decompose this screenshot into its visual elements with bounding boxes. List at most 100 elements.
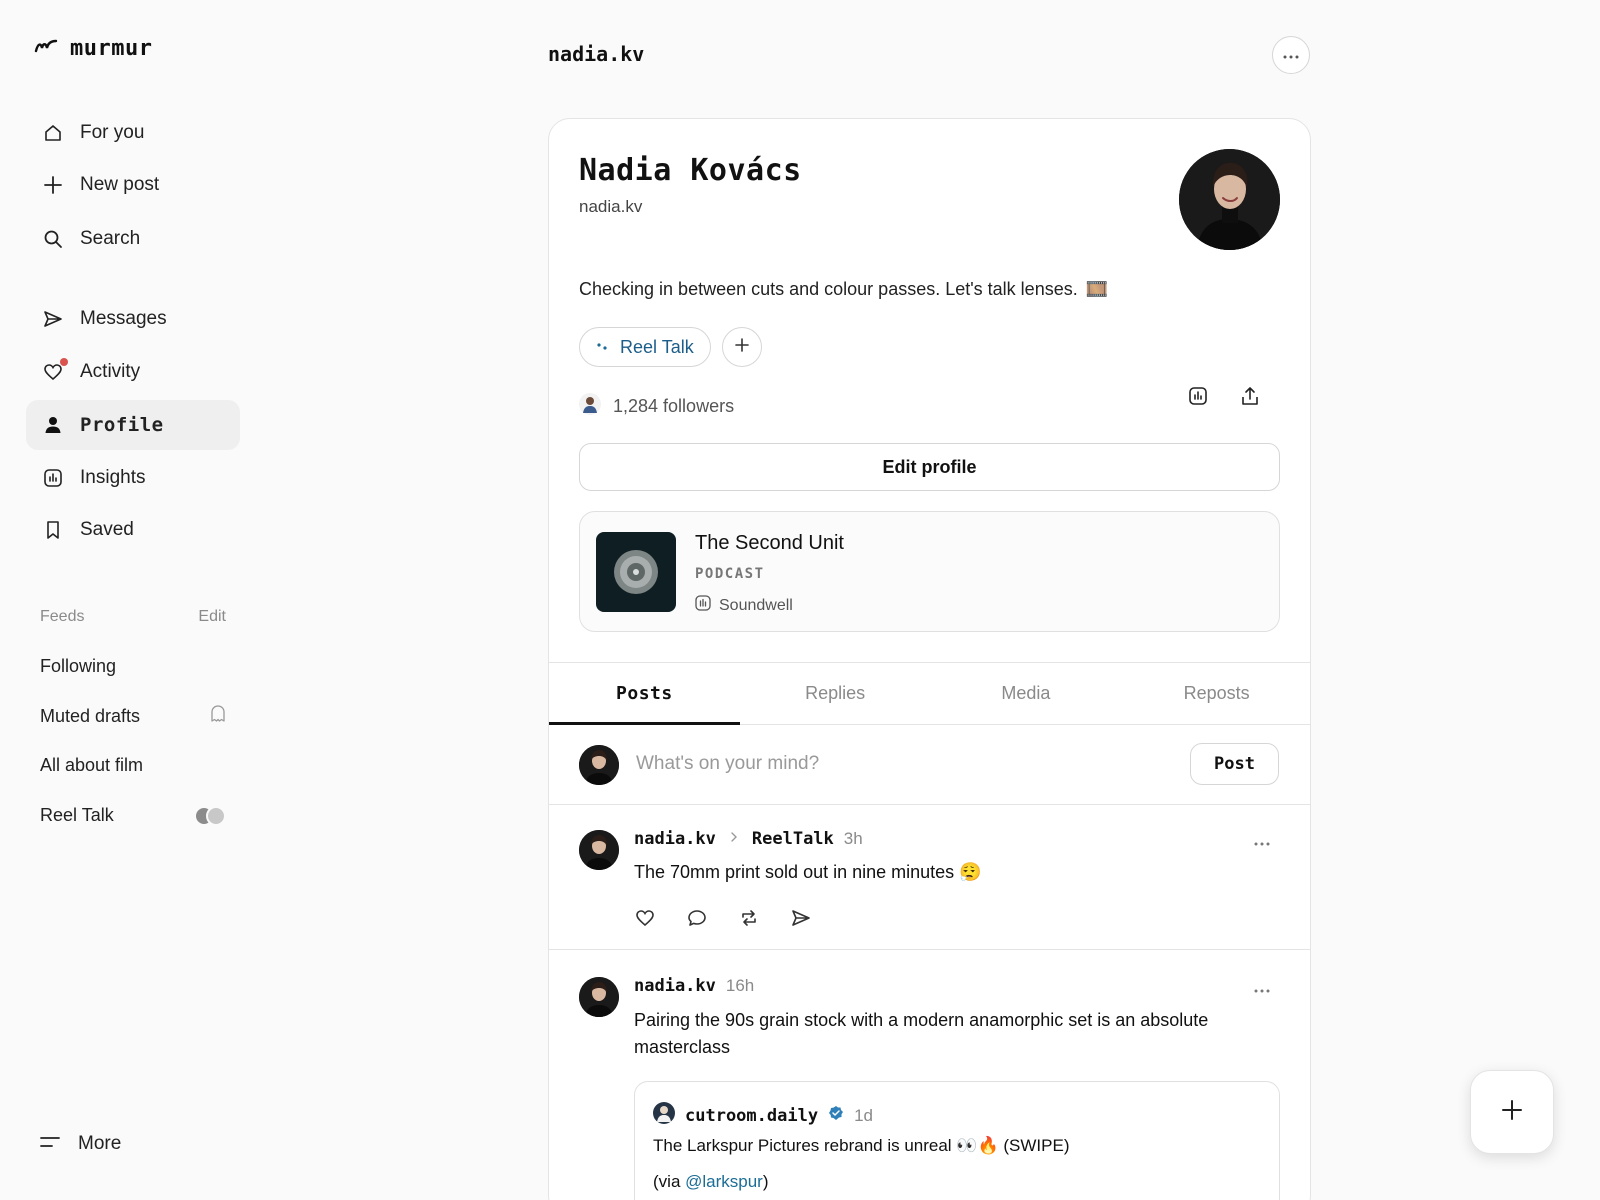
nav-messages[interactable]: Messages: [26, 294, 240, 344]
share-icon: [1240, 386, 1260, 411]
feeds-edit-button[interactable]: Edit: [198, 608, 226, 626]
nav-label: For you: [80, 122, 145, 143]
avatar[interactable]: [579, 830, 619, 870]
repost-button[interactable]: [738, 907, 760, 929]
podcast-source: Soundwell: [695, 595, 793, 616]
post-author[interactable]: nadia.kv: [634, 976, 716, 996]
verified-badge-icon: [828, 1105, 844, 1126]
feed-item-following[interactable]: Following: [40, 656, 226, 677]
followers-link[interactable]: 1,284 followers: [579, 393, 734, 420]
community-chip-reel-talk[interactable]: Reel Talk: [579, 327, 711, 367]
ghost-icon: [210, 705, 226, 728]
header-more-button[interactable]: [1272, 36, 1310, 74]
follower-avatar: [579, 393, 601, 420]
feed-label: Following: [40, 656, 117, 676]
mention-link[interactable]: @larkspur: [685, 1172, 763, 1191]
film-emoji: 🎞️: [1085, 279, 1109, 299]
post-divider: [549, 949, 1310, 950]
share-send-button[interactable]: [790, 907, 812, 929]
sidebar: murmur For you New post Search Messages …: [0, 0, 260, 1200]
nav-for-you[interactable]: For you: [26, 108, 240, 158]
plus-icon: [42, 174, 64, 196]
more-horizontal-icon: [1254, 833, 1270, 850]
avatar: [653, 1102, 675, 1129]
chart-icon: [1188, 386, 1208, 411]
profile-tabs: Posts Replies Media Reposts: [549, 662, 1310, 725]
post-more-button[interactable]: [1254, 980, 1270, 998]
notification-dot: [60, 358, 68, 366]
heart-icon: [42, 358, 68, 383]
plus-icon: [1500, 1098, 1524, 1127]
quote-author[interactable]: cutroom.daily: [685, 1106, 818, 1126]
chip-label: Reel Talk: [620, 336, 694, 357]
share-button[interactable]: [1235, 383, 1265, 413]
nav-label: Saved: [80, 519, 134, 540]
like-button[interactable]: [634, 907, 656, 929]
post-button[interactable]: Post: [1190, 743, 1279, 785]
avatar[interactable]: [579, 977, 619, 1017]
brand[interactable]: murmur: [34, 36, 152, 61]
quote-text: The Larkspur Pictures rebrand is unreal …: [653, 1136, 1070, 1155]
feed-label: Muted drafts: [40, 706, 141, 726]
send-icon: [42, 308, 64, 330]
nav-label: Profile: [80, 414, 164, 436]
via-suffix: ): [762, 1172, 769, 1191]
profile-handle: nadia.kv: [579, 197, 643, 216]
nav-saved[interactable]: Saved: [26, 505, 240, 555]
edit-profile-button[interactable]: Edit profile: [579, 443, 1280, 491]
nav-label: Activity: [80, 361, 141, 382]
member-avatars: [194, 805, 226, 826]
feed-item-all-about-film[interactable]: All about film: [40, 755, 226, 776]
person-icon: [42, 414, 64, 436]
tab-posts[interactable]: Posts: [549, 663, 740, 725]
home-icon: [42, 122, 64, 144]
podcast-artwork: [596, 532, 676, 612]
tab-media[interactable]: Media: [931, 663, 1122, 724]
nav-search[interactable]: Search: [26, 214, 240, 264]
quote-header: cutroom.daily 1d: [653, 1102, 873, 1129]
podcast-title: The Second Unit: [695, 532, 844, 554]
nav-insights[interactable]: Insights: [26, 453, 240, 503]
post-author[interactable]: nadia.kv: [634, 829, 716, 849]
tab-replies[interactable]: Replies: [740, 663, 931, 724]
murmur-logo-icon: [34, 39, 58, 58]
tab-reposts[interactable]: Reposts: [1121, 663, 1310, 724]
post-text: The 70mm print sold out in nine minutes …: [634, 862, 982, 882]
feed-item-muted-drafts[interactable]: Muted drafts: [40, 705, 226, 728]
podcast-type: PODCAST: [695, 566, 765, 582]
composer-input[interactable]: What's on your mind?: [636, 753, 819, 775]
composer: What's on your mind? Post: [549, 725, 1310, 805]
feeds-heading: Feeds: [40, 608, 85, 625]
nav-label: Messages: [80, 308, 167, 329]
post-actions: [634, 907, 812, 929]
insights-button[interactable]: [1183, 383, 1213, 413]
app-name: murmur: [70, 36, 153, 61]
nav-profile[interactable]: Profile: [26, 400, 240, 450]
new-post-fab[interactable]: [1470, 1070, 1554, 1154]
reply-button[interactable]: [686, 907, 708, 929]
plus-icon: [735, 337, 749, 357]
followers-count: 1,284 followers: [613, 396, 735, 416]
post-community[interactable]: ReelTalk: [752, 829, 834, 849]
chevron-right-icon: [730, 830, 738, 848]
soundwell-icon: [695, 595, 711, 616]
menu-icon: [40, 1133, 60, 1155]
post-more-button[interactable]: [1254, 833, 1270, 851]
post-time: 16h: [725, 976, 755, 995]
feed-item-reel-talk[interactable]: Reel Talk: [40, 805, 226, 826]
feeds-header: Feeds Edit: [40, 608, 226, 626]
nav-activity[interactable]: Activity: [26, 347, 240, 397]
nav-label: Insights: [80, 467, 146, 488]
add-community-button[interactable]: [722, 327, 762, 367]
podcast-card[interactable]: The Second Unit PODCAST Soundwell: [579, 511, 1280, 632]
quoted-post[interactable]: cutroom.daily 1d The Larkspur Pictures r…: [634, 1081, 1280, 1200]
chart-icon: [42, 467, 64, 489]
page-title: nadia.kv: [548, 42, 645, 66]
search-icon: [42, 228, 64, 250]
profile-avatar[interactable]: [1179, 149, 1280, 250]
profile-card: Nadia Kovács nadia.kv Checking in betwee…: [548, 118, 1311, 1200]
profile-name: Nadia Kovács: [579, 153, 802, 188]
avatar: [579, 745, 619, 785]
nav-new-post[interactable]: New post: [26, 160, 240, 210]
more-button[interactable]: More: [40, 1133, 121, 1155]
